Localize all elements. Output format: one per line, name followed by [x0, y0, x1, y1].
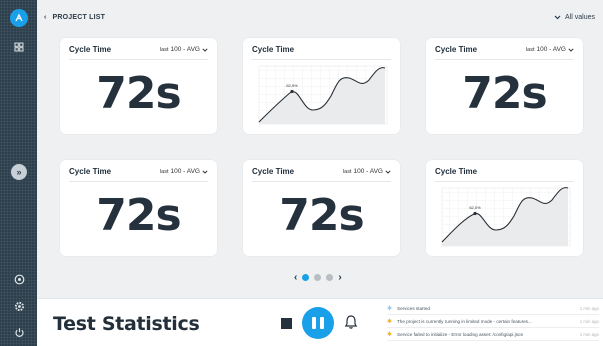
back-to-project-list[interactable]: ‹ PROJECT LIST [44, 14, 105, 21]
log-message: Service failed to initialize - Error loa… [397, 331, 524, 337]
agg-prefix: last [342, 168, 352, 175]
back-label: PROJECT LIST [52, 14, 106, 21]
chevron-down-icon [554, 15, 561, 20]
chart-peak-label: 62,0% [469, 205, 481, 210]
card-header: Cycle Time last 100 - AVG [435, 44, 574, 60]
event-log: ✱ Services started 1 min ago ✱ The proje… [387, 302, 599, 341]
metric-card-cycle-time: Cycle Time last 100 - AVG 72s [426, 38, 583, 134]
pause-button[interactable] [302, 307, 334, 339]
log-message: The project is currently running in limi… [397, 318, 532, 324]
pager-dot-1[interactable] [302, 274, 310, 281]
card-header: Cycle Time last 100 - AVG [252, 166, 391, 182]
chart-peak-label: 62,9% [286, 83, 298, 88]
pause-bar-left [312, 317, 316, 329]
values-filter-dropdown[interactable]: All values [554, 14, 595, 21]
values-filter-label: All values [565, 14, 595, 21]
pager-prev-button[interactable]: ‹ [294, 272, 297, 283]
pause-bar-right [320, 317, 324, 329]
card-title: Cycle Time [69, 45, 112, 54]
log-entry[interactable]: ✱ The project is currently running in li… [387, 315, 599, 328]
agg-value: 100 - AVG [170, 168, 200, 175]
warning-star-icon: ✱ [387, 318, 393, 325]
agg-value: 100 - AVG [536, 46, 566, 53]
metric-value: 72s [462, 68, 547, 119]
card-title: Cycle Time [435, 45, 478, 54]
log-time: 1 min ago [579, 331, 599, 337]
app-logo[interactable] [10, 9, 28, 27]
pager-dot-2[interactable] [314, 274, 322, 281]
chart-card-cycle-time: Cycle Time 62,0% [426, 160, 583, 256]
expand-sidebar-button[interactable]: » [11, 164, 27, 180]
agg-value: 100 - AVG [353, 168, 383, 175]
card-title: Cycle Time [252, 45, 295, 54]
chart-peak-point[interactable] [290, 89, 294, 94]
chevron-left-icon: ‹ [44, 14, 47, 21]
card-pager: ‹ › [294, 272, 342, 283]
metric-card-cycle-time: Cycle Time last 100 - AVG 72s [60, 38, 217, 134]
aggregation-dropdown[interactable]: last 100 - AVG [526, 46, 574, 53]
agg-prefix: last [159, 168, 169, 175]
metric-value: 72s [96, 190, 181, 241]
info-star-icon: ✱ [387, 305, 393, 312]
bell-icon[interactable] [344, 314, 358, 330]
help-icon[interactable] [10, 270, 28, 288]
metric-value: 72s [96, 68, 181, 119]
card-header: Cycle Time [435, 166, 574, 182]
bottom-bar: Test Statistics ✱ Services started 1 min… [37, 298, 603, 346]
chart-card-cycle-time: Cycle Time 62,9% [243, 38, 400, 134]
log-time: 1 min ago [579, 318, 599, 324]
card-title: Cycle Time [69, 167, 112, 176]
metric-card-cycle-time: Cycle Time last 100 - AVG 72s [243, 160, 400, 256]
sidebar: » [0, 0, 37, 346]
card-header: Cycle Time last 100 - AVG [69, 44, 208, 60]
log-time: 1 min ago [579, 305, 599, 311]
log-entry[interactable]: ✱ Service failed to initialize - Error l… [387, 328, 599, 341]
card-header: Cycle Time last 100 - AVG [69, 166, 208, 182]
stop-button[interactable] [281, 318, 292, 329]
card-title: Cycle Time [435, 167, 478, 176]
aggregation-dropdown[interactable]: last 100 - AVG [160, 46, 208, 53]
power-icon[interactable] [10, 323, 28, 341]
chevron-down-icon [568, 47, 574, 52]
page-title: Test Statistics [53, 313, 200, 335]
agg-prefix: last [525, 46, 535, 53]
aggregation-dropdown[interactable]: last 100 - AVG [160, 168, 208, 175]
pager-next-button[interactable]: › [338, 272, 341, 283]
settings-icon[interactable] [10, 297, 28, 315]
metric-value: 72s [279, 190, 364, 241]
metric-card-cycle-time: Cycle Time last 100 - AVG 72s [60, 160, 217, 256]
chevron-down-icon [202, 169, 208, 174]
log-entry[interactable]: ✱ Services started 1 min ago [387, 302, 599, 315]
dashboard-icon[interactable] [10, 38, 28, 56]
line-chart: 62,0% [441, 187, 571, 247]
warning-star-icon: ✱ [387, 331, 393, 338]
logo-icon [15, 13, 23, 22]
pager-dot-3[interactable] [326, 274, 334, 281]
chevron-down-icon [202, 47, 208, 52]
aggregation-dropdown[interactable]: last 100 - AVG [343, 168, 391, 175]
chevron-down-icon [385, 169, 391, 174]
card-title: Cycle Time [252, 167, 295, 176]
agg-value: 100 - AVG [170, 46, 200, 53]
agg-prefix: last [159, 46, 169, 53]
line-chart: 62,9% [258, 65, 388, 125]
chart-peak-point[interactable] [473, 211, 477, 216]
log-message: Services started [397, 305, 430, 311]
card-header: Cycle Time [252, 44, 391, 60]
